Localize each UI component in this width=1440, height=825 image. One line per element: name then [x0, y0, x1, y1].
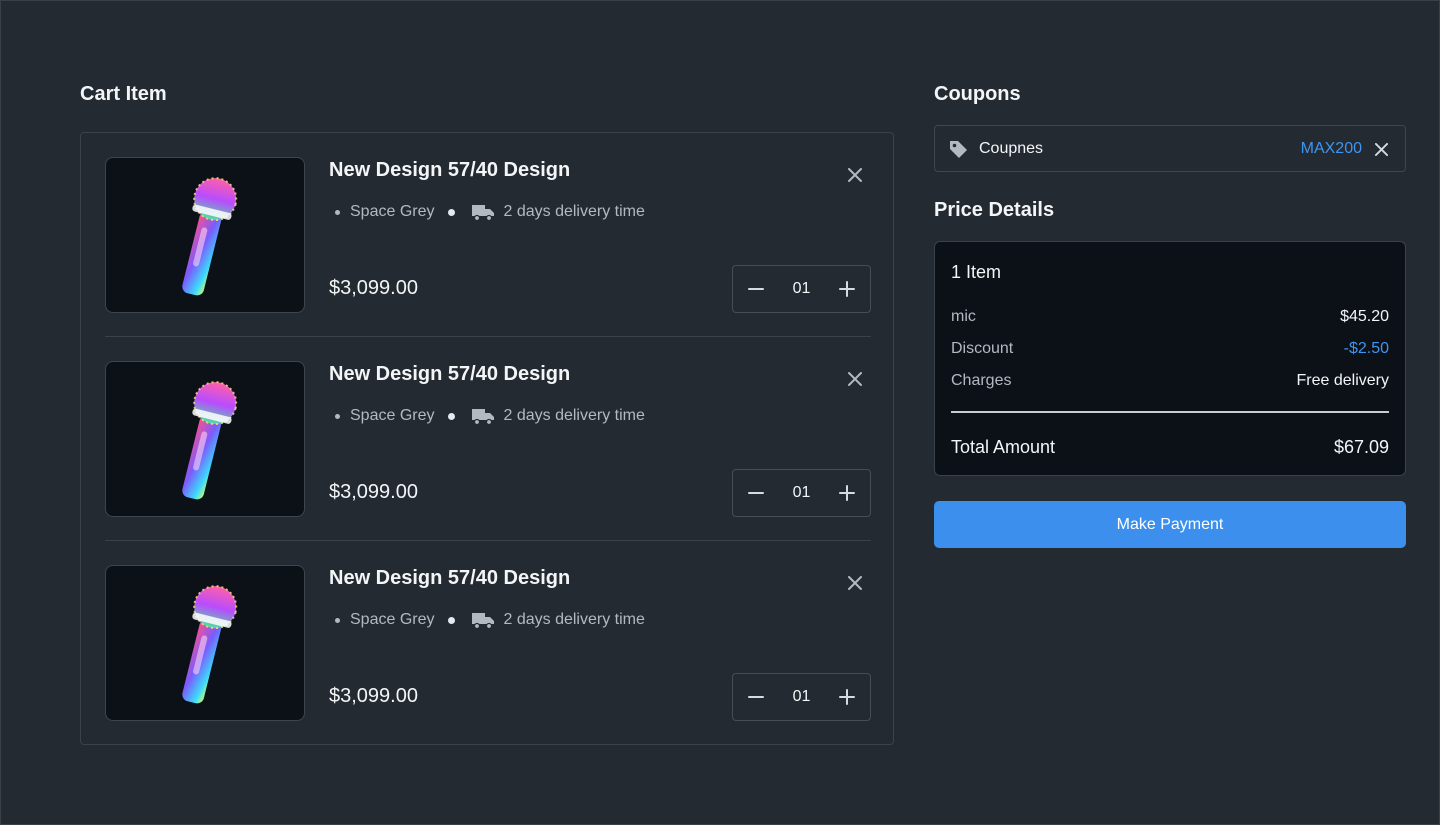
product-color: Space Grey — [350, 203, 435, 220]
decrement-button[interactable] — [733, 266, 779, 312]
separator-dot — [448, 208, 456, 216]
coupon-label: Coupnes — [979, 140, 1044, 157]
close-icon — [848, 576, 862, 590]
truck-icon — [471, 203, 495, 221]
clear-coupon-button[interactable] — [1371, 139, 1391, 159]
quantity-value[interactable]: 01 — [779, 280, 824, 298]
increment-button[interactable] — [824, 674, 870, 720]
bullet-icon — [335, 209, 340, 215]
bullet-icon — [335, 413, 340, 419]
product-meta: Space Grey 2 days delivery time — [335, 407, 645, 425]
delivery-time: 2 days delivery time — [503, 203, 645, 220]
product-image[interactable] — [105, 361, 305, 517]
product-meta: Space Grey 2 days delivery time — [335, 611, 645, 629]
total-value: $67.09 — [1333, 437, 1389, 457]
decrement-button[interactable] — [733, 674, 779, 720]
total-row: Total Amount $67.09 — [951, 437, 1389, 458]
applied-coupon-code[interactable]: MAX200 — [1301, 140, 1362, 158]
price-row: mic $45.20 — [951, 308, 1389, 326]
truck-icon — [471, 407, 495, 425]
microphone-image — [182, 585, 238, 704]
quantity-stepper: 01 — [732, 673, 871, 721]
close-icon — [1374, 142, 1388, 156]
coupons-title: Coupons — [934, 83, 1021, 105]
product-image[interactable] — [105, 157, 305, 313]
charges-row: Charges Free delivery — [951, 372, 1389, 390]
make-payment-button[interactable]: Make Payment — [934, 501, 1406, 548]
delivery-time: 2 days delivery time — [503, 611, 645, 628]
plus-icon — [839, 485, 855, 501]
product-price: $3,099.00 — [329, 481, 418, 503]
minus-icon — [748, 492, 764, 494]
microphone-image — [182, 177, 238, 296]
cart-item: New Design 57/40 Design Space Grey 2 day… — [105, 157, 871, 313]
cart-title: Cart Item — [80, 83, 167, 105]
minus-icon — [748, 696, 764, 698]
plus-icon — [839, 281, 855, 297]
product-name[interactable]: New Design 57/40 Design — [329, 567, 570, 590]
discount-value: -$2.50 — [1343, 340, 1389, 357]
discount-row: Discount -$2.50 — [951, 340, 1389, 358]
price-row-label: mic — [951, 308, 976, 325]
product-price: $3,099.00 — [329, 277, 418, 299]
separator-dot — [448, 616, 456, 624]
close-icon — [848, 168, 862, 182]
increment-button[interactable] — [824, 266, 870, 312]
delivery-time: 2 days delivery time — [503, 407, 645, 424]
product-image[interactable] — [105, 565, 305, 721]
bullet-icon — [335, 617, 340, 623]
price-details-title: Price Details — [934, 199, 1055, 221]
price-row-value: Free delivery — [1296, 372, 1389, 389]
decrement-button[interactable] — [733, 470, 779, 516]
price-row-value: $45.20 — [1340, 308, 1389, 325]
quantity-value[interactable]: 01 — [779, 484, 824, 502]
quantity-stepper: 01 — [732, 469, 871, 517]
product-name[interactable]: New Design 57/40 Design — [329, 363, 570, 386]
cart-item: New Design 57/40 Design Space Grey 2 day… — [105, 565, 871, 721]
close-icon — [848, 372, 862, 386]
increment-button[interactable] — [824, 470, 870, 516]
minus-icon — [748, 288, 764, 290]
microphone-image — [182, 381, 238, 500]
item-count: 1 Item — [951, 262, 1002, 282]
truck-icon — [471, 611, 495, 629]
cart-list: New Design 57/40 Design Space Grey 2 day… — [80, 132, 894, 745]
remove-item-button[interactable] — [843, 163, 867, 187]
product-color: Space Grey — [350, 407, 435, 424]
quantity-stepper: 01 — [732, 265, 871, 313]
separator-dot — [448, 412, 456, 420]
tag-icon — [948, 139, 969, 165]
price-row-label: Discount — [951, 340, 1014, 357]
product-name[interactable]: New Design 57/40 Design — [329, 159, 570, 182]
quantity-value[interactable]: 01 — [779, 688, 824, 706]
product-meta: Space Grey 2 days delivery time — [335, 203, 645, 221]
remove-item-button[interactable] — [843, 571, 867, 595]
product-color: Space Grey — [350, 611, 435, 628]
total-divider — [951, 411, 1389, 413]
item-divider — [105, 540, 871, 541]
item-divider — [105, 336, 871, 337]
product-price: $3,099.00 — [329, 685, 418, 707]
coupon-field[interactable]: Coupnes MAX200 — [934, 125, 1406, 172]
price-row-label: Charges — [951, 372, 1012, 389]
price-summary: 1 Item mic $45.20 Discount -$2.50 Charge… — [934, 241, 1406, 476]
cart-item: New Design 57/40 Design Space Grey 2 day… — [105, 361, 871, 517]
plus-icon — [839, 689, 855, 705]
total-label: Total Amount — [951, 437, 1056, 457]
remove-item-button[interactable] — [843, 367, 867, 391]
